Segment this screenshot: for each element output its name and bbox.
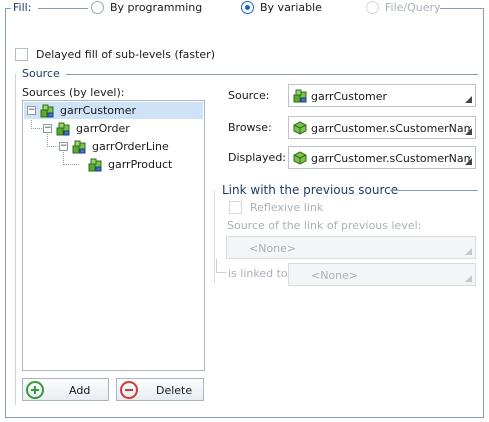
radio-by-variable[interactable] <box>241 1 254 14</box>
reflexive-link-label[interactable]: Reflexive link <box>250 201 323 214</box>
variable-array-icon <box>72 140 86 154</box>
dropdown-arrow-icon <box>465 248 472 255</box>
is-linked-to-combo[interactable]: <None> <box>288 263 476 286</box>
tree-item-label: garrOrderLine <box>92 140 169 153</box>
radio-file-query[interactable] <box>366 1 379 14</box>
member-icon <box>293 121 307 135</box>
browse-field-label: Browse: <box>228 121 272 134</box>
delete-button-label: Delete <box>156 384 193 397</box>
displayed-combo-value: garrCustomer.sCustomerNam <box>311 152 471 165</box>
collapse-icon[interactable]: − <box>59 142 68 151</box>
tree-item-label: garrOrder <box>76 122 130 135</box>
radio-by-variable-label[interactable]: By variable <box>260 1 322 14</box>
delayed-fill-checkbox[interactable] <box>15 48 28 61</box>
add-icon <box>26 381 44 399</box>
fill-group-border <box>38 8 88 9</box>
variable-array-icon <box>40 104 54 118</box>
variable-array-icon <box>293 89 307 103</box>
radio-by-programming-label[interactable]: By programming <box>110 1 202 14</box>
fill-legend: Fill: <box>12 1 33 14</box>
dropdown-arrow-icon <box>465 96 472 103</box>
is-linked-to-value: <None> <box>311 269 359 282</box>
tree-item-label: garrCustomer <box>60 104 137 117</box>
collapse-icon[interactable]: − <box>43 124 52 133</box>
dropdown-arrow-icon <box>465 158 472 165</box>
dropdown-arrow-icon <box>465 275 472 282</box>
source-prev-level-label: Source of the link of previous level: <box>227 219 422 232</box>
delete-button[interactable]: Delete <box>116 378 204 401</box>
radio-by-programming[interactable] <box>91 1 104 14</box>
delayed-fill-label[interactable]: Delayed fill of sub-levels (faster) <box>36 48 215 61</box>
link-legend: Link with the previous source <box>222 183 399 197</box>
fill-group-border <box>440 8 484 9</box>
link-group-frame <box>214 190 215 283</box>
tree-item-garrproduct[interactable]: garrProduct <box>24 156 203 173</box>
variable-array-icon <box>56 122 70 136</box>
delete-icon <box>120 381 138 399</box>
add-button[interactable]: Add <box>22 378 109 401</box>
source-group-border <box>66 74 478 75</box>
sources-tree-label: Sources (by level): <box>22 86 125 99</box>
browse-combo[interactable]: garrCustomer.sCustomerNam <box>288 116 476 139</box>
add-button-label: Add <box>69 384 91 397</box>
tree-item-garrcustomer[interactable]: − garrCustomer <box>24 102 203 119</box>
reflexive-link-checkbox[interactable] <box>229 201 242 214</box>
is-linked-to-label: is linked to <box>228 267 288 280</box>
tree-item-garrorder[interactable]: − garrOrder <box>24 120 203 137</box>
source-combo[interactable]: garrCustomer <box>288 84 476 107</box>
source-legend: Source <box>22 67 60 80</box>
member-icon <box>293 151 307 165</box>
tree-item-garrorderline[interactable]: − garrOrderLine <box>24 138 203 155</box>
link-group-border <box>390 190 478 191</box>
source-prev-level-value: <None> <box>249 242 297 255</box>
source-combo-value: garrCustomer <box>311 90 388 103</box>
displayed-combo[interactable]: garrCustomer.sCustomerNam <box>288 146 476 169</box>
source-prev-level-combo[interactable]: <None> <box>226 236 476 259</box>
displayed-field-label: Displayed: <box>228 151 287 164</box>
source-field-label: Source: <box>228 89 270 102</box>
dropdown-arrow-icon <box>465 128 472 135</box>
browse-combo-value: garrCustomer.sCustomerNam <box>311 122 471 135</box>
link-connector <box>216 259 226 273</box>
sources-tree[interactable]: − garrCustomer − garrOrder − garrOrderLi… <box>22 100 205 371</box>
fill-group-border <box>5 8 11 9</box>
variable-array-icon <box>88 158 102 172</box>
collapse-icon[interactable]: − <box>27 106 36 115</box>
tree-item-label: garrProduct <box>108 158 173 171</box>
radio-file-query-label[interactable]: File/Query <box>385 1 441 14</box>
